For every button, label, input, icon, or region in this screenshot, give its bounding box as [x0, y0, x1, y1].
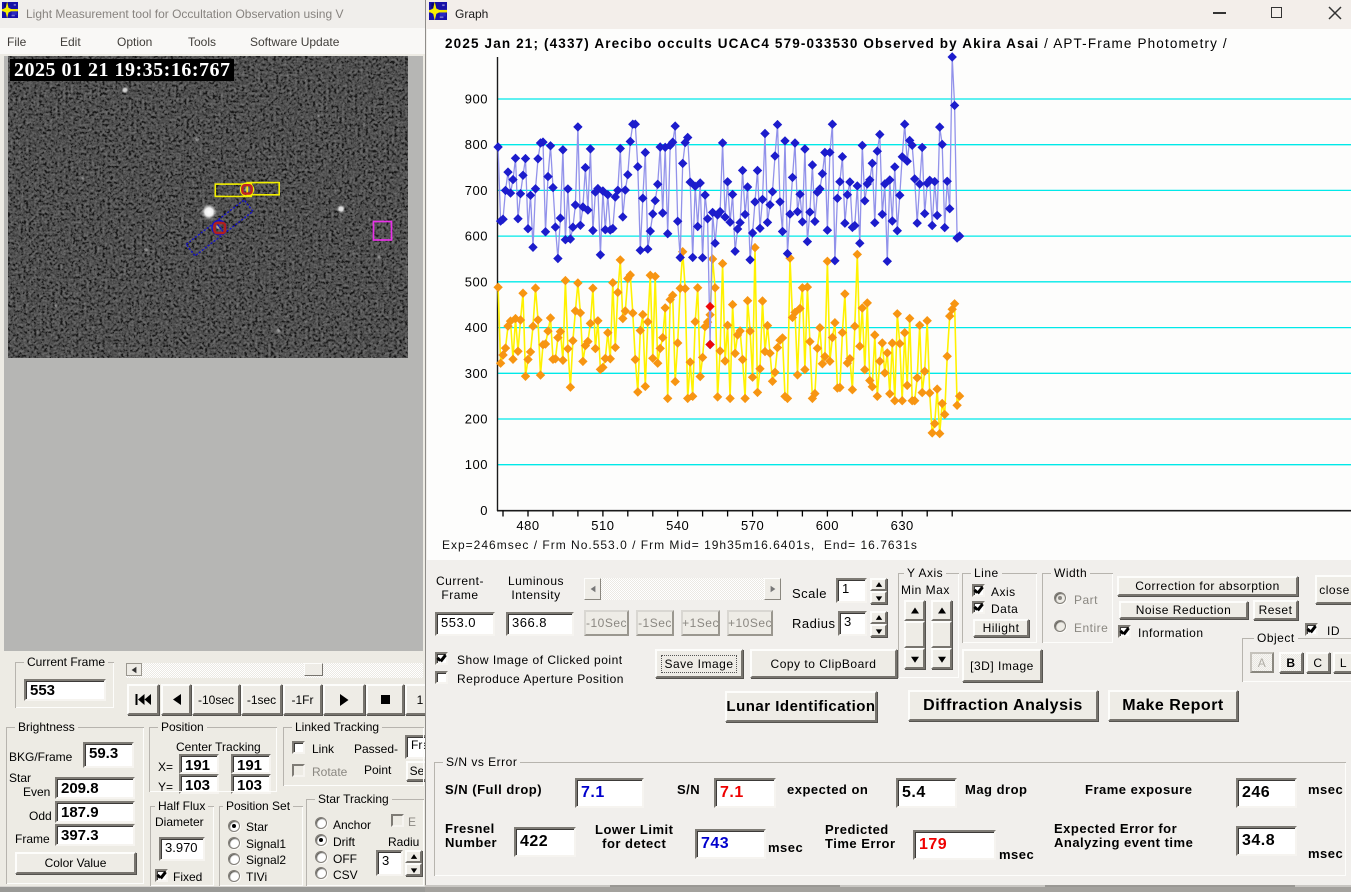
- svg-text:600: 600: [465, 229, 488, 244]
- svg-text:540: 540: [666, 518, 689, 533]
- svg-text:700: 700: [465, 183, 488, 198]
- svg-text:480: 480: [516, 518, 539, 533]
- svg-text:500: 500: [465, 274, 488, 289]
- svg-text:800: 800: [465, 137, 488, 152]
- svg-text:600: 600: [816, 518, 839, 533]
- svg-text:0: 0: [480, 503, 488, 518]
- svg-text:900: 900: [465, 92, 488, 107]
- svg-text:630: 630: [891, 518, 914, 533]
- svg-text:200: 200: [465, 412, 488, 427]
- svg-text:570: 570: [741, 518, 764, 533]
- svg-text:510: 510: [591, 518, 614, 533]
- svg-text:300: 300: [465, 366, 488, 381]
- svg-text:400: 400: [465, 320, 488, 335]
- svg-text:100: 100: [465, 457, 488, 472]
- svg-text:2025 Jan 21; (4337) Arecibo oc: 2025 Jan 21; (4337) Arecibo occults UCAC…: [445, 36, 1228, 51]
